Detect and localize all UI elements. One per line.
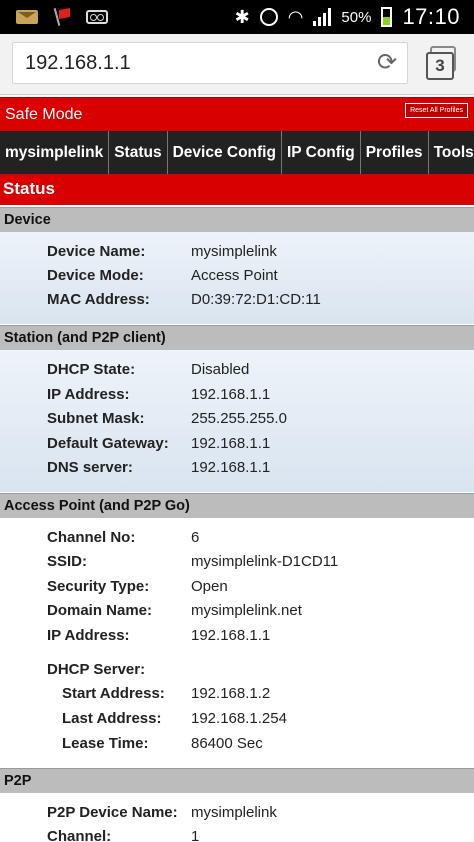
field-label: SSID:: [47, 553, 88, 570]
field-label: Last Address:: [62, 710, 162, 727]
dhcp-server-label: DHCP Server:: [47, 661, 146, 678]
field-label: Domain Name:: [47, 602, 153, 619]
info-row: IP Address: 192.168.1.1: [0, 384, 474, 406]
url-text[interactable]: 192.168.1.1: [25, 43, 131, 83]
field-value: Open: [191, 578, 228, 595]
section-header-access-point: Access Point (and P2P Go): [0, 493, 474, 518]
field-value: 192.168.1.1: [191, 435, 271, 452]
section-body-station: DHCP State: Disabled IP Address: 192.168…: [0, 350, 474, 492]
field-label: Subnet Mask:: [47, 410, 145, 427]
section-title: P2P: [4, 773, 32, 789]
info-row: Subnet Mask: 255.255.255.0: [0, 408, 474, 430]
info-row: IP Address: 192.168.1.1: [0, 625, 474, 647]
field-label: Security Type:: [47, 578, 150, 595]
tabs-button[interactable]: 3: [424, 46, 458, 80]
info-row: DHCP Server:: [0, 659, 474, 681]
reset-all-profiles-button[interactable]: Reset All Profiles: [405, 103, 468, 118]
bluetooth-icon: ✱: [234, 6, 250, 27]
battery-icon: [381, 7, 393, 27]
field-value: 86400 Sec: [191, 735, 263, 752]
page-title: Status: [3, 179, 55, 198]
section-header-p2p: P2P: [0, 768, 474, 793]
section-title: Device: [4, 212, 51, 228]
info-row: Last Address: 192.168.1.254: [0, 708, 474, 730]
section-header-device: Device: [0, 207, 474, 232]
signal-icon: [313, 8, 332, 26]
info-row: DNS server: 192.168.1.1: [0, 457, 474, 479]
field-label: IP Address:: [47, 386, 130, 403]
info-row: Device Name: mysimplelink: [0, 241, 474, 263]
section-header-station: Station (and P2P client): [0, 325, 474, 350]
info-row: DHCP State: Disabled: [0, 359, 474, 381]
nav-item-device-config[interactable]: Device Config: [168, 131, 282, 174]
section-body-device: Device Name: mysimplelink Device Mode: A…: [0, 232, 474, 324]
field-label: Channel No:: [47, 529, 136, 546]
info-row: MAC Address: D0:39:72:D1:CD:11: [0, 289, 474, 311]
field-label: Device Name:: [47, 243, 146, 260]
field-value: 192.168.1.1: [191, 386, 271, 403]
browser-toolbar: 192.168.1.1 ⟳ 3: [0, 34, 474, 95]
email-icon: [16, 10, 38, 24]
info-row: Device Mode: Access Point: [0, 265, 474, 287]
info-row: Channel: 1: [0, 826, 474, 842]
safe-mode-label: Safe Mode: [5, 106, 83, 123]
nav-item-profiles[interactable]: Profiles: [361, 131, 429, 174]
info-row: Channel No: 6: [0, 527, 474, 549]
field-value: mysimplelink.net: [191, 602, 302, 619]
reload-icon[interactable]: ⟳: [373, 49, 401, 77]
field-label: Lease Time:: [62, 735, 149, 752]
field-value: 1: [191, 828, 200, 842]
tab-count: 3: [426, 52, 454, 80]
info-row: P2P Device Name: mysimplelink: [0, 802, 474, 824]
field-value: 6: [191, 529, 200, 546]
safe-mode-banner: Safe Mode Reset All Profiles: [0, 97, 474, 131]
field-value: mysimplelink-D1CD11: [191, 553, 339, 570]
field-label: Start Address:: [62, 685, 165, 702]
info-row: Start Address: 192.168.1.2: [0, 683, 474, 705]
field-label: P2P Device Name:: [47, 804, 178, 821]
info-row: Default Gateway: 192.168.1.1: [0, 433, 474, 455]
url-bar[interactable]: 192.168.1.1 ⟳: [12, 42, 408, 84]
field-value: mysimplelink: [191, 243, 277, 260]
nav-item-tools[interactable]: Tools: [429, 131, 474, 174]
field-label: DHCP State:: [47, 361, 136, 378]
system-status-bar: ✱ ◠ 50% 17:10: [0, 0, 474, 34]
clock: 17:10: [402, 4, 460, 29]
field-value: mysimplelink: [191, 804, 277, 821]
wifi-icon: ◠: [287, 6, 304, 27]
field-value: 192.168.1.1: [191, 627, 271, 644]
section-body-access-point: Channel No: 6 SSID: mysimplelink-D1CD11 …: [0, 518, 474, 768]
flag-icon: [54, 8, 70, 26]
section-title: Station (and P2P client): [4, 330, 166, 346]
info-row: SSID: mysimplelink-D1CD11: [0, 551, 474, 573]
field-value: D0:39:72:D1:CD:11: [191, 291, 321, 308]
field-value: Disabled: [191, 361, 250, 378]
field-value: Access Point: [191, 267, 278, 284]
nav-item-home[interactable]: mysimplelink: [0, 131, 110, 174]
battery-percent: 50%: [341, 8, 372, 26]
info-row: Security Type: Open: [0, 576, 474, 598]
main-nav: mysimplelink Status Device Config IP Con…: [0, 131, 474, 174]
field-value: 192.168.1.1: [191, 459, 271, 476]
field-label: Channel:: [47, 828, 112, 842]
info-row: Lease Time: 86400 Sec: [0, 733, 474, 755]
field-value: 192.168.1.2: [191, 685, 271, 702]
section-title: Access Point (and P2P Go): [4, 498, 190, 514]
section-body-p2p: P2P Device Name: mysimplelink Channel: 1: [0, 793, 474, 842]
voicemail-icon: [86, 10, 108, 24]
field-label: MAC Address:: [47, 291, 150, 308]
field-value: 192.168.1.254: [191, 710, 287, 727]
nav-item-ip-config[interactable]: IP Config: [282, 131, 361, 174]
page-title-bar: Status: [0, 174, 474, 205]
field-label: DNS server:: [47, 459, 133, 476]
field-value: 255.255.255.0: [191, 410, 287, 427]
field-label: Default Gateway:: [47, 435, 169, 452]
field-label: Device Mode:: [47, 267, 144, 284]
info-row: Domain Name: mysimplelink.net: [0, 600, 474, 622]
alarm-icon: [259, 8, 278, 26]
nav-item-status[interactable]: Status: [109, 131, 168, 174]
field-label: IP Address:: [47, 627, 130, 644]
